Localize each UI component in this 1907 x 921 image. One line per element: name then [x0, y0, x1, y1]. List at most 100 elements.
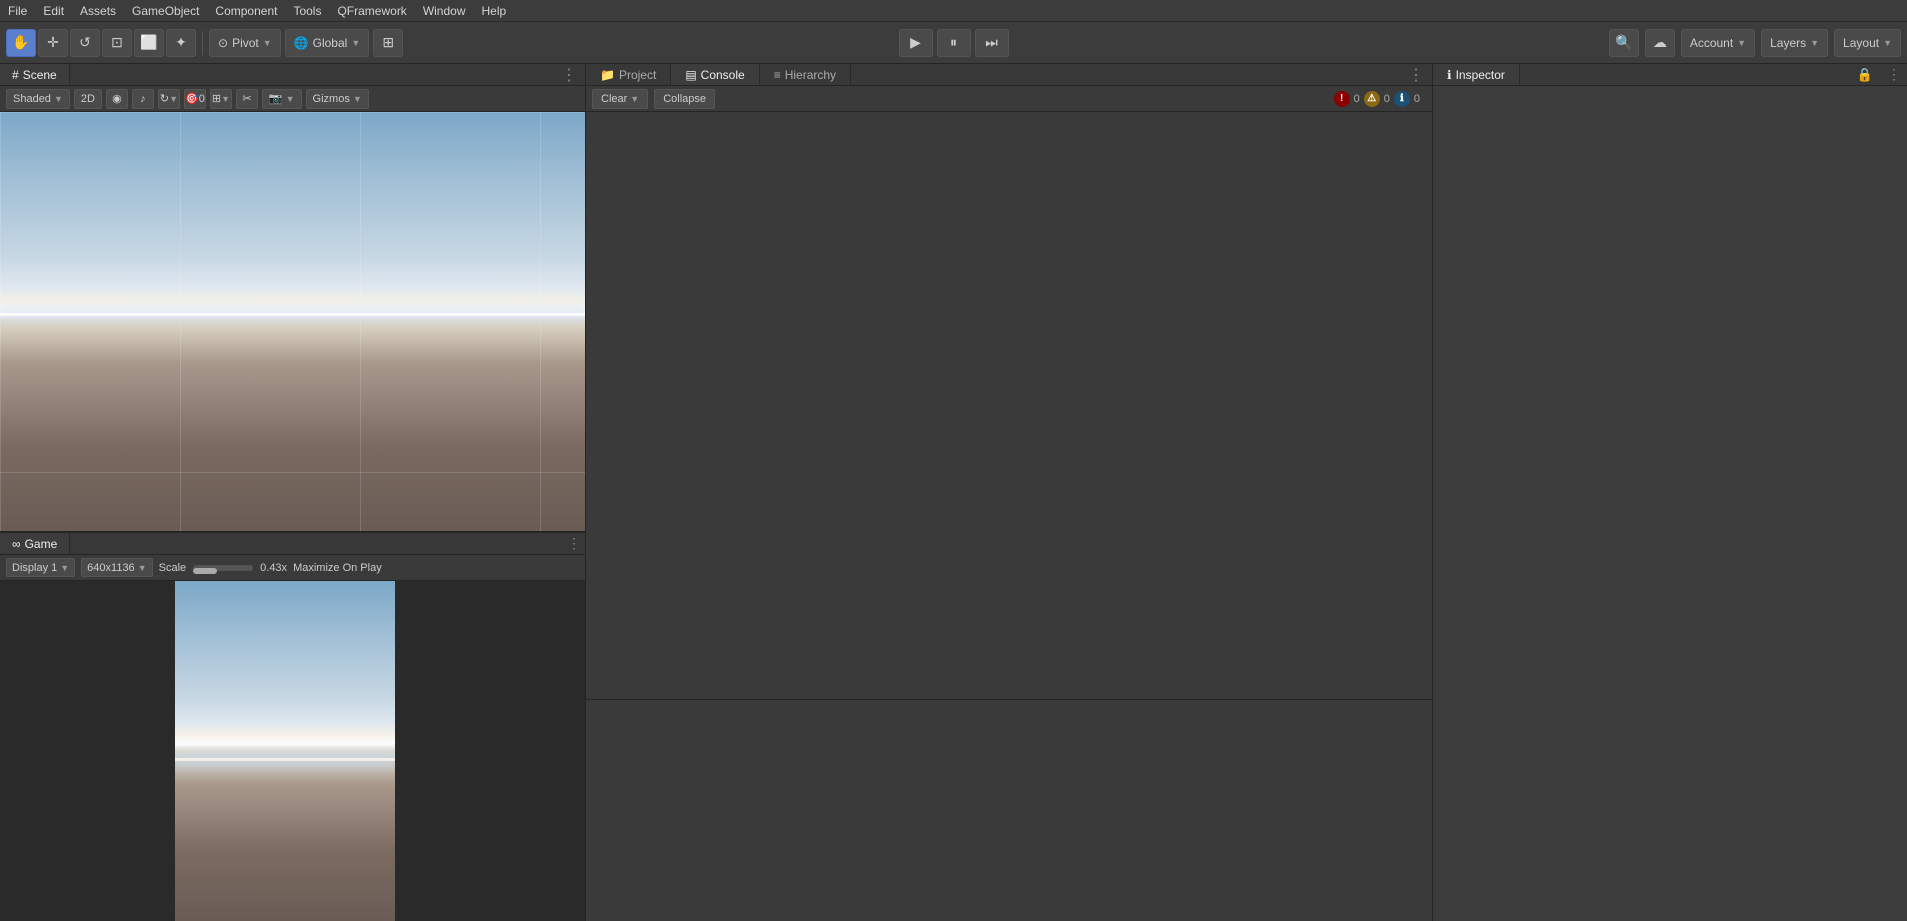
game-tab-label: Game — [25, 537, 58, 551]
account-label: Account — [1690, 36, 1733, 50]
menu-bar: File Edit Assets GameObject Component To… — [0, 0, 1907, 22]
2d-label: 2D — [81, 93, 95, 105]
rect-tool-button[interactable]: ⬜ — [134, 29, 164, 57]
scene-visibility-icon: 🎯 — [185, 92, 199, 105]
display-label: Display 1 — [12, 562, 57, 574]
inspector-panel: ℹ Inspector 🔒 ⋮ — [1432, 64, 1907, 921]
transform-tool-button[interactable]: ✦ — [166, 29, 196, 57]
inspector-lock-button[interactable]: 🔒 — [1849, 67, 1881, 83]
scale-slider-thumb — [193, 568, 217, 574]
menu-qframework[interactable]: QFramework — [337, 4, 406, 18]
inspector-content — [1433, 86, 1907, 921]
scene-view[interactable] — [0, 112, 585, 531]
menu-tools[interactable]: Tools — [293, 4, 321, 18]
pivot-chevron: ▼ — [263, 38, 272, 48]
console-tab[interactable]: ▤ Console — [671, 64, 759, 85]
layout-dropdown[interactable]: Layout ▼ — [1834, 29, 1901, 57]
clear-button[interactable]: Clear ▼ — [592, 89, 648, 109]
scale-label: Scale — [159, 562, 187, 574]
hand-tool-button[interactable]: ✋ — [6, 29, 36, 57]
inspector-tab[interactable]: ℹ Inspector — [1433, 64, 1520, 85]
layout-chevron: ▼ — [1883, 38, 1892, 48]
menu-window[interactable]: Window — [423, 4, 466, 18]
scene-tab-bar: # Scene ⋮ — [0, 64, 585, 86]
scale-control: Scale 0.43x — [159, 562, 287, 574]
pivot-icon: ⊙ — [218, 36, 228, 50]
resolution-dropdown[interactable]: 640x1136 ▼ — [81, 558, 152, 577]
camera-dropdown[interactable]: 📷 ▼ — [262, 89, 302, 109]
pivot-label: Pivot — [232, 36, 259, 50]
gizmos-label: Gizmos — [313, 93, 350, 105]
move-tool-button[interactable]: ✛ — [38, 29, 68, 57]
menu-help[interactable]: Help — [482, 4, 507, 18]
scene-toolbar: Shaded ▼ 2D ◉ ♪ ↻ ▼ 🎯 0 ⊞ ▼ ✂ 📷 — [0, 86, 585, 112]
center-tab-bar: 📁 Project ▤ Console ≡ Hierarchy ⋮ — [586, 64, 1432, 86]
global-icon: 🌐 — [294, 36, 309, 50]
menu-file[interactable]: File — [8, 4, 27, 18]
cut-toggle[interactable]: ✂ — [236, 89, 258, 109]
scale-tool-button[interactable]: ⊡ — [102, 29, 132, 57]
fx-icon: ↻ — [160, 92, 169, 105]
audio-toggle[interactable]: ♪ — [132, 89, 154, 109]
pivot-dropdown[interactable]: ⊙ Pivot ▼ — [209, 29, 281, 57]
hierarchy-tab-label: Hierarchy — [785, 68, 836, 82]
grid-icon: ⊞ — [212, 92, 221, 105]
grid-toggle-button[interactable]: ⊞ — [373, 29, 403, 57]
maximize-label: Maximize On Play — [293, 562, 382, 574]
scene-tab-more[interactable]: ⋮ — [553, 65, 585, 85]
game-panel: ∞ Game ⋮ Display 1 ▼ 640x1136 ▼ Scale — [0, 531, 585, 921]
fx-toggle[interactable]: ↻ ▼ — [158, 89, 180, 109]
console-icon: ▤ — [685, 68, 696, 82]
project-tab[interactable]: 📁 Project — [586, 64, 671, 85]
error-badge-icon: ! — [1334, 91, 1350, 107]
center-tab-more[interactable]: ⋮ — [1400, 65, 1432, 85]
game-tab-icon: ∞ — [12, 537, 21, 551]
cloud-button[interactable]: ☁ — [1645, 29, 1675, 57]
console-content[interactable] — [586, 112, 1432, 699]
layers-dropdown[interactable]: Layers ▼ — [1761, 29, 1828, 57]
inspector-more-button[interactable]: ⋮ — [1881, 66, 1907, 83]
account-dropdown[interactable]: Account ▼ — [1681, 29, 1755, 57]
hierarchy-tab[interactable]: ≡ Hierarchy — [760, 64, 851, 85]
game-tab[interactable]: ∞ Game — [0, 533, 70, 554]
inspector-tab-bar: ℹ Inspector 🔒 ⋮ — [1433, 64, 1907, 86]
rotate-tool-button[interactable]: ↺ — [70, 29, 100, 57]
scene-grid-lines — [0, 112, 585, 531]
collab-search-button[interactable]: 🔍 — [1609, 29, 1639, 57]
left-panel: # Scene ⋮ Shaded ▼ 2D ◉ ♪ ↻ ▼ 🎯 0 — [0, 64, 585, 921]
game-view[interactable] — [0, 581, 585, 921]
lights-toggle[interactable]: ◉ — [106, 89, 128, 109]
scene-visibility-toggle[interactable]: 🎯 0 — [184, 89, 206, 109]
grid-scene-toggle[interactable]: ⊞ ▼ — [210, 89, 232, 109]
game-canvas — [175, 581, 395, 921]
maximize-on-play[interactable]: Maximize On Play — [293, 562, 382, 574]
project-folder-icon: 📁 — [600, 68, 615, 82]
game-toolbar: Display 1 ▼ 640x1136 ▼ Scale 0.43x Maxim… — [0, 555, 585, 581]
gizmos-dropdown[interactable]: Gizmos ▼ — [306, 89, 369, 109]
menu-gameobject[interactable]: GameObject — [132, 4, 199, 18]
console-toolbar: Clear ▼ Collapse ! 0 ⚠ 0 ℹ 0 — [586, 86, 1432, 112]
gizmos-chevron: ▼ — [353, 94, 362, 104]
step-button[interactable]: ⏭ — [975, 29, 1009, 57]
play-button[interactable]: ▶ — [899, 29, 933, 57]
scale-value: 0.43x — [260, 562, 287, 574]
scene-tab[interactable]: # Scene — [0, 64, 70, 85]
horizon-line — [0, 313, 585, 316]
resolution-chevron: ▼ — [138, 563, 147, 573]
shading-dropdown[interactable]: Shaded ▼ — [6, 89, 70, 109]
menu-edit[interactable]: Edit — [43, 4, 64, 18]
display-dropdown[interactable]: Display 1 ▼ — [6, 558, 75, 577]
play-controls: ▶ ⏸ ⏭ — [899, 29, 1009, 57]
collapse-button[interactable]: Collapse — [654, 89, 715, 109]
game-tab-more[interactable]: ⋮ — [563, 535, 585, 552]
menu-assets[interactable]: Assets — [80, 4, 116, 18]
warn-badge-icon: ⚠ — [1364, 91, 1380, 107]
grid-chevron: ▼ — [221, 94, 230, 104]
scale-slider[interactable] — [193, 565, 253, 571]
pause-button[interactable]: ⏸ — [937, 29, 971, 57]
2d-toggle[interactable]: 2D — [74, 89, 102, 109]
menu-component[interactable]: Component — [215, 4, 277, 18]
tools-group: ✋ ✛ ↺ ⊡ ⬜ ✦ — [6, 29, 196, 57]
global-dropdown[interactable]: 🌐 Global ▼ — [285, 29, 370, 57]
fx-chevron: ▼ — [169, 94, 178, 104]
